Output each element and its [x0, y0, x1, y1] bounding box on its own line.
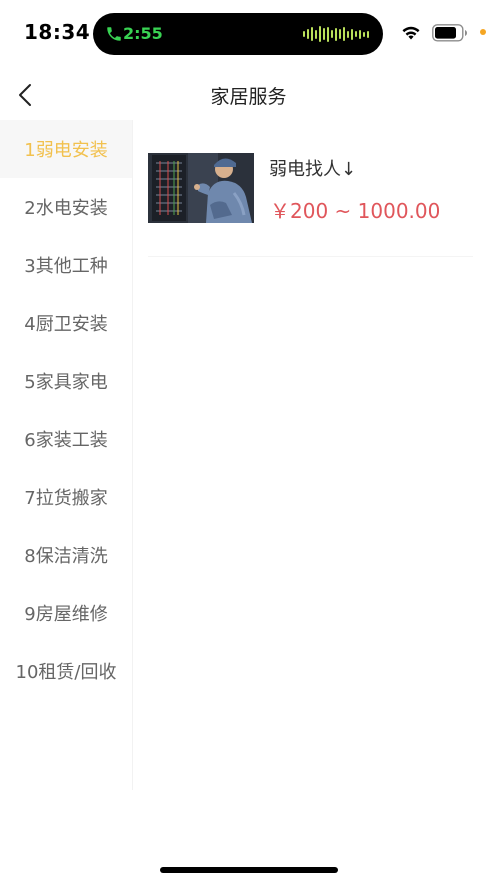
status-time: 18:34 — [24, 20, 91, 44]
dynamic-island-call[interactable]: 2:55 — [93, 13, 383, 55]
sidebar-item-cleaning[interactable]: 8保洁清洗 — [0, 526, 132, 584]
sidebar-item-house-repair[interactable]: 9房屋维修 — [0, 584, 132, 642]
nav-bar: 家居服务 — [0, 64, 497, 124]
product-thumbnail — [148, 153, 254, 223]
product-card[interactable]: 弱电找人↓ ￥200 ~ 1000.00 — [148, 153, 473, 257]
privacy-indicator-dot — [480, 29, 486, 35]
sidebar-item-furniture-appliances[interactable]: 5家具家电 — [0, 352, 132, 410]
battery-icon — [432, 24, 467, 42]
page-title: 家居服务 — [210, 86, 287, 108]
status-bar: 18:34 2:55 — [0, 0, 497, 64]
sidebar-item-plumbing-electric-install[interactable]: 2水电安装 — [0, 178, 132, 236]
call-duration: 2:55 — [123, 24, 163, 43]
technician-photo-image — [148, 153, 254, 223]
product-title: 弱电找人↓ — [269, 159, 357, 180]
home-indicator[interactable] — [160, 867, 338, 873]
sidebar-item-other-trades[interactable]: 3其他工种 — [0, 236, 132, 294]
sidebar-item-kitchen-bath-install[interactable]: 4厨卫安装 — [0, 294, 132, 352]
product-price: ￥200 ~ 1000.00 — [270, 199, 441, 223]
sidebar-item-weak-current-install[interactable]: 1弱电安装 — [0, 120, 132, 178]
sidebar-item-rental-recycling[interactable]: 10租赁/回收 — [0, 642, 132, 700]
wifi-icon — [402, 26, 420, 40]
phone-icon — [107, 27, 121, 41]
sidebar-item-moving[interactable]: 7拉货搬家 — [0, 468, 132, 526]
sidebar-item-decoration[interactable]: 6家装工装 — [0, 410, 132, 468]
category-sidebar: 1弱电安装 2水电安装 3其他工种 4厨卫安装 5家具家电 6家装工装 7拉货搬… — [0, 120, 133, 790]
waveform-icon — [303, 26, 369, 42]
